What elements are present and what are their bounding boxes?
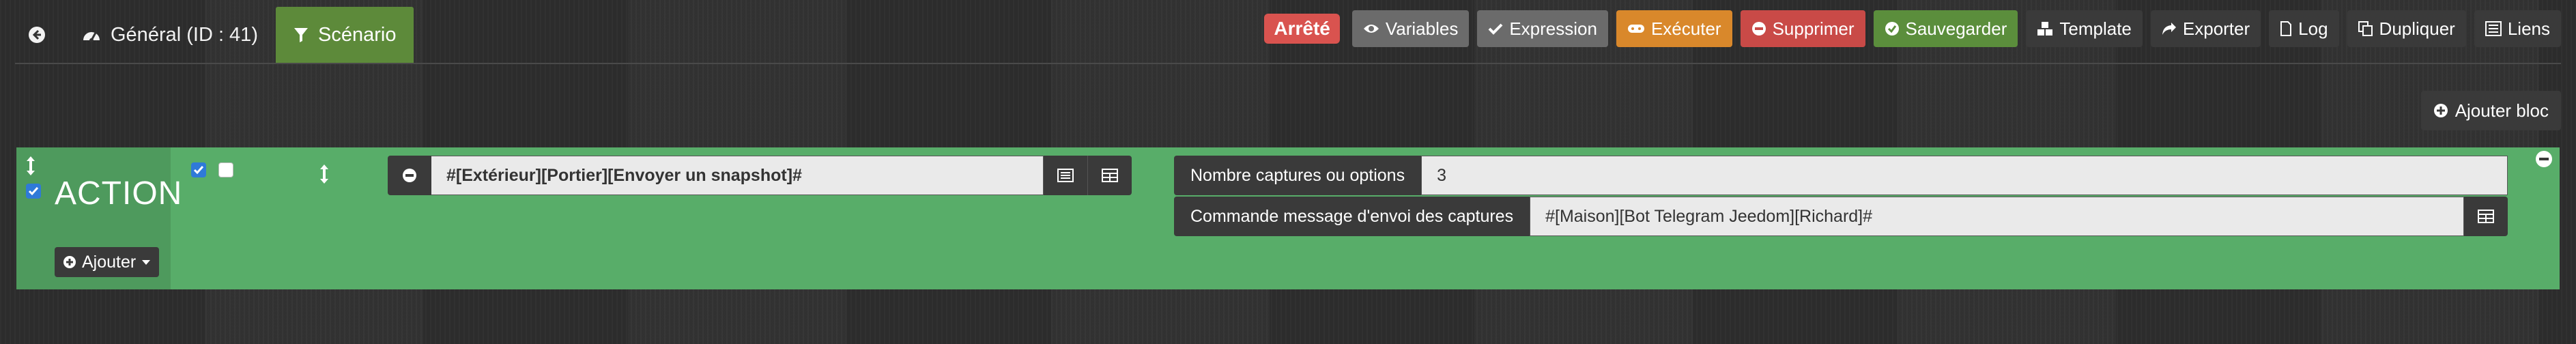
option-label: Commande message d'envoi des captures: [1174, 197, 1530, 236]
delete-label: Supprimer: [1772, 18, 1855, 39]
share-icon: [2162, 22, 2177, 35]
export-label: Exporter: [2182, 18, 2250, 39]
add-block-label: Ajouter bloc: [2455, 100, 2549, 121]
table-icon: [2478, 210, 2494, 223]
action-drag-handle-icon[interactable]: [319, 164, 329, 184]
check-circle-icon: [1885, 21, 1900, 36]
plus-circle-icon: [63, 255, 76, 269]
block-title: ACTION: [55, 175, 183, 212]
tab-scenario[interactable]: Scénario: [275, 7, 414, 63]
drag-handle-icon[interactable]: [26, 156, 35, 176]
duplicate-label: Dupliquer: [2379, 18, 2455, 39]
add-element-button[interactable]: Ajouter: [55, 247, 160, 277]
toolbar: Arrêté Variables Expression Exécuter Sup…: [1264, 10, 2561, 47]
command-options-button[interactable]: [1087, 156, 1132, 195]
tab-general-label: Général (ID : 41): [111, 23, 258, 46]
delete-button[interactable]: Supprimer: [1740, 10, 1865, 47]
dashboard-icon: [82, 27, 101, 43]
export-button[interactable]: Exporter: [2150, 10, 2261, 47]
check-icon: [1488, 23, 1503, 35]
filter-icon: [294, 27, 309, 43]
tab-general[interactable]: Général (ID : 41): [64, 7, 276, 63]
select-message-command-button[interactable]: [2464, 197, 2508, 236]
gamepad-icon: [1627, 23, 1645, 34]
option-input-message-command[interactable]: #[Maison][Bot Telegram Jeedom][Richard]#: [1530, 197, 2464, 236]
remove-block-icon[interactable]: [2535, 150, 2553, 168]
eye-icon: [1363, 23, 1379, 34]
option-row-message-command: Commande message d'envoi des captures #[…: [1174, 197, 2508, 236]
template-label: Template: [2059, 18, 2132, 39]
select-command-button[interactable]: [1043, 156, 1087, 195]
execute-button[interactable]: Exécuter: [1616, 10, 1732, 47]
template-button[interactable]: Template: [2026, 10, 2143, 47]
sitemap-icon: [2485, 21, 2502, 36]
save-label: Sauvegarder: [1905, 18, 2007, 39]
variables-label: Variables: [1385, 18, 1459, 39]
action-block-side: ACTION Ajouter: [16, 147, 182, 289]
command-group: #[Extérieur][Portier][Envoyer un snapsho…: [388, 156, 1132, 195]
nav-tabs: Général (ID : 41) Scénario: [15, 7, 414, 63]
log-button[interactable]: Log: [2269, 10, 2339, 47]
list-alt-icon: [1057, 169, 1074, 182]
tab-scenario-label: Scénario: [317, 23, 397, 46]
minus-circle-icon: [402, 168, 417, 183]
log-label: Log: [2298, 18, 2328, 39]
copy-icon: [2358, 21, 2373, 36]
option-label: Nombre captures ou options: [1174, 156, 1422, 195]
duplicate-button[interactable]: Dupliquer: [2347, 10, 2466, 47]
cubes-icon: [2037, 21, 2053, 36]
option-input-captures[interactable]: 3: [1421, 156, 2508, 195]
expression-label: Expression: [1509, 18, 1597, 39]
add-block-button[interactable]: Ajouter bloc: [2420, 91, 2561, 130]
remove-action-button[interactable]: [388, 156, 431, 195]
block-enable-checkbox[interactable]: [26, 184, 41, 199]
save-button[interactable]: Sauvegarder: [1873, 10, 2018, 47]
back-button[interactable]: [15, 7, 64, 63]
variables-button[interactable]: Variables: [1351, 10, 1470, 47]
table-icon: [1102, 169, 1118, 182]
circle-arrow-left-icon: [27, 25, 46, 44]
scenario-header: Général (ID : 41) Scénario Arrêté Variab…: [15, 7, 2561, 64]
execute-label: Exécuter: [1650, 18, 1721, 39]
action-enable-checkbox[interactable]: [191, 162, 206, 177]
action-background-checkbox[interactable]: [218, 162, 233, 177]
action-block: ACTION Ajouter #[Extérieur][Portier][Env…: [16, 147, 2560, 289]
caret-down-icon: [141, 259, 151, 266]
command-input[interactable]: #[Extérieur][Portier][Envoyer un snapsho…: [431, 156, 1043, 195]
status-badge: Arrêté: [1264, 14, 1340, 44]
links-button[interactable]: Liens: [2474, 10, 2561, 47]
expression-button[interactable]: Expression: [1477, 10, 1608, 47]
minus-circle-icon: [1751, 21, 1766, 36]
plus-circle-icon: [2433, 103, 2448, 118]
links-label: Liens: [2507, 18, 2550, 39]
option-row-captures: Nombre captures ou options 3: [1174, 156, 2508, 195]
file-icon: [2280, 21, 2292, 36]
add-element-label: Ajouter: [82, 252, 137, 272]
